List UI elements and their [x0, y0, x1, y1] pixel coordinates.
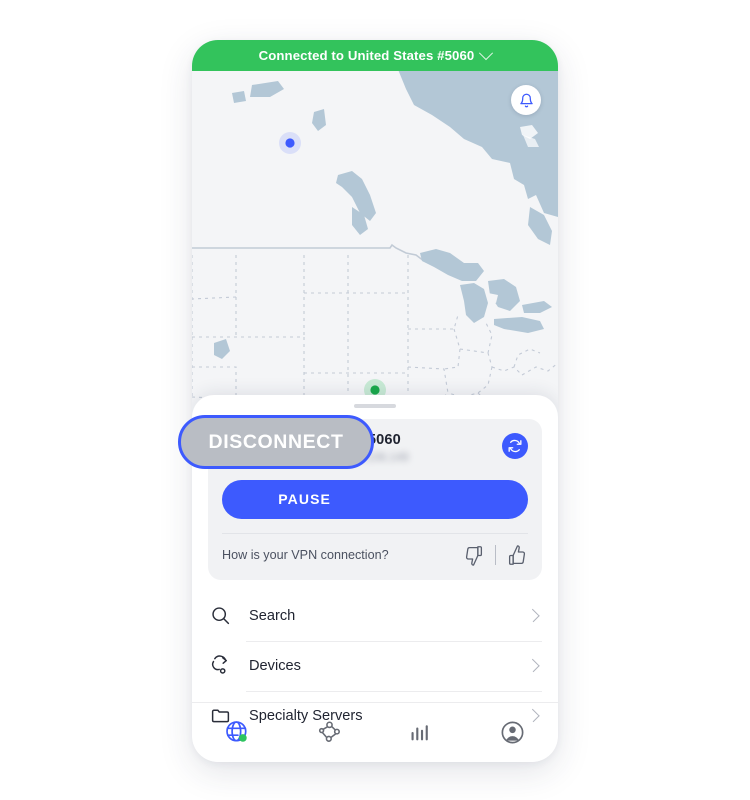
refresh-icon [508, 439, 522, 453]
profile-icon [501, 721, 524, 744]
tab-stats[interactable] [375, 703, 467, 762]
notification-bell-button[interactable] [511, 85, 541, 115]
disconnect-button-label: DISCONNECT [208, 430, 344, 453]
refresh-server-button[interactable] [502, 433, 528, 459]
menu-item-label: Search [249, 607, 296, 624]
globe-connected-icon [226, 721, 247, 742]
map-marker-alt[interactable] [279, 132, 301, 154]
menu-item-label: Devices [249, 657, 301, 674]
lake-north-2 [232, 91, 246, 103]
disconnect-button[interactable]: DISCONNECT [178, 415, 374, 469]
thumbs-down-icon[interactable] [463, 545, 484, 566]
connection-actions-row: PAUSE [222, 479, 528, 519]
connection-status-text: Connected to United States #5060 [258, 48, 475, 63]
sheet-drag-handle[interactable] [354, 404, 396, 408]
tab-mesh[interactable] [284, 703, 376, 762]
bar-chart-icon [411, 725, 429, 741]
devices-icon [208, 654, 232, 678]
feedback-divider [495, 545, 496, 566]
feedback-question: How is your VPN connection? [222, 548, 389, 563]
world-map[interactable] [192, 67, 558, 442]
feedback-row: How is your VPN connection? [222, 532, 528, 566]
mesh-network-icon [318, 721, 340, 742]
pause-button[interactable]: PAUSE [222, 479, 528, 519]
chevron-down-icon[interactable] [479, 45, 494, 60]
menu-item-search[interactable]: Search [208, 591, 542, 641]
bell-icon [519, 93, 533, 107]
tab-profile[interactable] [467, 703, 559, 762]
phone-app-window: Connected to United States #5060 #5060 P… [192, 40, 558, 762]
feedback-icons [463, 544, 528, 566]
connection-status-header[interactable]: Connected to United States #5060 [192, 40, 558, 71]
thumbs-up-icon[interactable] [507, 544, 528, 566]
menu-item-devices[interactable]: Devices [208, 640, 542, 691]
tab-vpn[interactable] [192, 703, 284, 762]
map-canvas [192, 67, 558, 442]
chevron-right-icon [526, 658, 540, 673]
chevron-right-icon [526, 608, 540, 623]
screenshot-root: Connected to United States #5060 #5060 P… [0, 0, 750, 800]
bottom-tab-bar [192, 702, 558, 762]
search-icon [208, 604, 232, 628]
